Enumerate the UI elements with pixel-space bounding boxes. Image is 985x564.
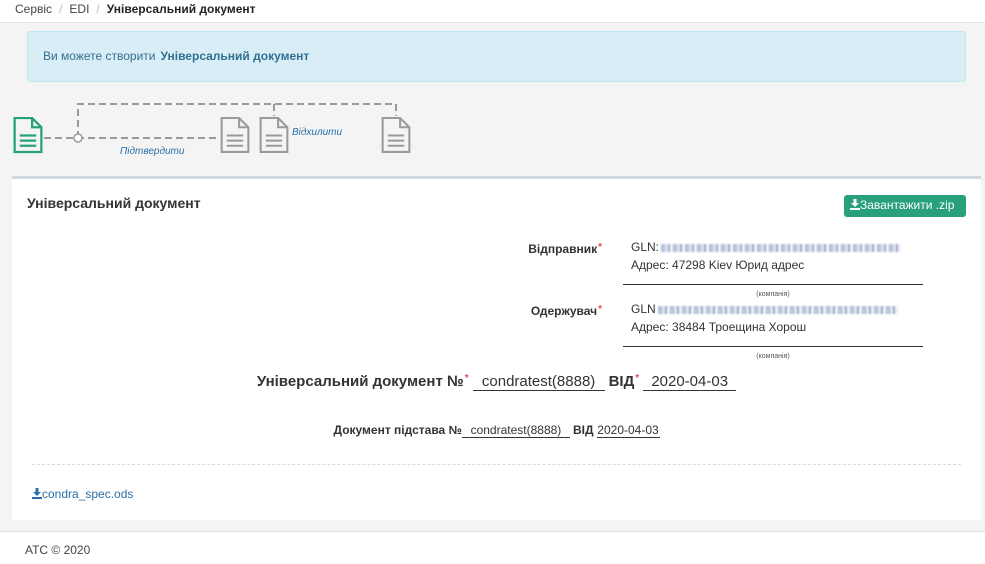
receiver-info: GLN Адрес: 38484 Троещина Хорош (631, 300, 898, 336)
footer-text: АТС © 2020 (25, 543, 91, 557)
download-zip-label: Завантажити .zip (860, 198, 955, 212)
breadcrumb-separator: / (59, 2, 63, 16)
sender-address: Адрес: 47298 Kiev Юрид адрес (631, 258, 805, 272)
document-rejected-icon (259, 117, 289, 153)
workflow-diagram: Підтвердити Відхилити (0, 96, 430, 166)
sender-caption: (компанія) (756, 291, 790, 298)
document-number-row: Універсальний документ №* condratest(8888… (12, 373, 981, 391)
workflow-connectors (44, 103, 397, 143)
receiver-caption: (компанія) (756, 353, 790, 360)
sender-gln-redacted (661, 243, 902, 252)
required-marker: * (464, 373, 469, 384)
document-confirmed-icon (220, 117, 250, 153)
basis-from-label: ВІД (572, 423, 594, 437)
basis-title-label: Документ підстава № (333, 423, 462, 437)
sender-label: Відправник* (502, 242, 602, 256)
breadcrumb: Сервіс / EDI / Універсальний документ (0, 0, 985, 23)
document-number-field[interactable]: condratest(8888) (472, 373, 605, 391)
footer: АТС © 2020 (0, 531, 985, 564)
document-from-label: ВІД (608, 373, 635, 390)
attachment-filename: condra_spec.ods (42, 487, 134, 501)
breadcrumb-edi[interactable]: EDI (69, 2, 89, 16)
breadcrumb-current: Універсальний документ (106, 2, 256, 16)
section-divider (32, 464, 961, 465)
document-active-icon (13, 117, 43, 154)
document-panel: Універсальний документ Завантажити .zip … (12, 176, 981, 520)
download-icon (850, 199, 860, 210)
receiver-label-text: Одержувач (530, 304, 598, 318)
breadcrumb-service[interactable]: Сервіс (15, 2, 52, 16)
basis-document-row: Документ підстава № condratest(8888) ВІД 20… (12, 423, 981, 438)
document-title-label: Універсальний документ № (256, 373, 464, 390)
download-zip-button[interactable]: Завантажити .zip (844, 195, 966, 217)
required-marker: * (598, 304, 602, 315)
required-marker: * (635, 373, 640, 384)
document-final-icon (381, 117, 411, 153)
receiver-gln-redacted (657, 305, 898, 314)
sender-info: GLN: Адрес: 47298 Kiev Юрид адрес (631, 238, 902, 274)
workflow-confirm-label[interactable]: Підтвердити (120, 146, 184, 157)
download-icon (32, 488, 42, 499)
panel-title: Універсальний документ (27, 195, 201, 211)
breadcrumb-separator: / (96, 2, 100, 16)
receiver-address: Адрес: 38484 Троещина Хорош (631, 320, 807, 334)
workflow-reject-label[interactable]: Відхилити (292, 127, 342, 138)
sender-underline (623, 284, 923, 285)
required-marker: * (598, 242, 602, 253)
receiver-gln: GLN (631, 300, 898, 318)
alert-document-link[interactable]: Універсальний документ (161, 49, 310, 63)
attachment-link[interactable]: condra_spec.ods (32, 487, 133, 501)
receiver-label: Одержувач* (502, 304, 602, 318)
document-date-field[interactable]: 2020-04-03 (643, 373, 737, 391)
basis-number-field[interactable]: condratest(8888) (461, 423, 570, 438)
alert-text: Ви можете створити (43, 49, 156, 63)
basis-date-field[interactable]: 2020-04-03 (596, 423, 660, 438)
sender-gln-label: GLN: (631, 240, 660, 254)
receiver-gln-label: GLN (631, 302, 656, 316)
info-alert: Ви можете створити Універсальний документ (27, 31, 966, 82)
receiver-underline (623, 346, 923, 347)
sender-label-text: Відправник (528, 242, 598, 256)
sender-gln: GLN: (631, 238, 902, 256)
